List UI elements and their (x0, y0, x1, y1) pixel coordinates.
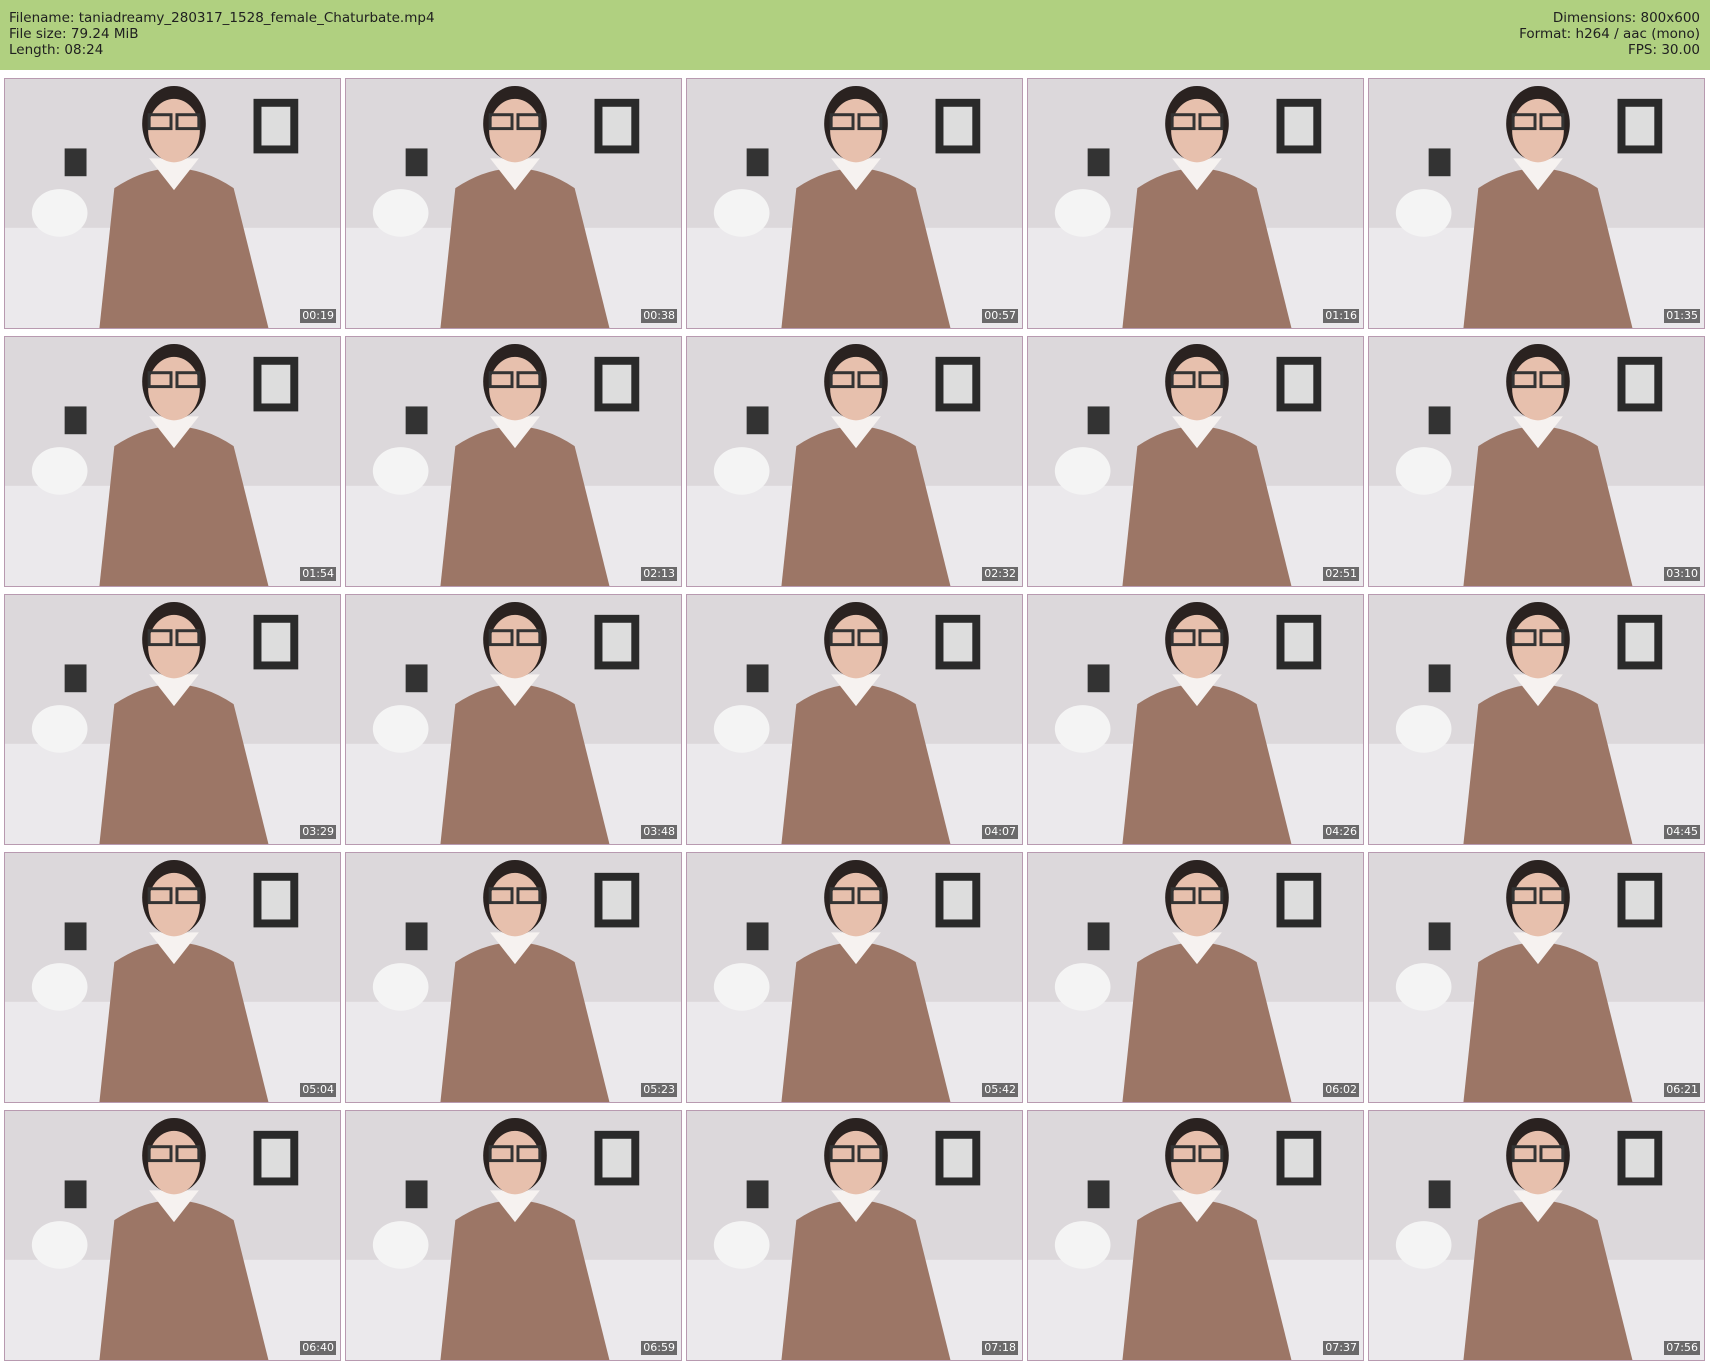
frame-image (5, 595, 340, 844)
frame-image (1369, 79, 1704, 328)
format-text: Format: h264 / aac (mono) (1519, 26, 1700, 42)
timestamp-label: 01:54 (300, 567, 336, 581)
timestamp-label: 07:56 (1664, 1341, 1700, 1355)
timestamp-label: 05:23 (641, 1083, 677, 1097)
video-thumbnail: 03:29 (4, 594, 341, 845)
length-text: Length: 08:24 (9, 42, 104, 58)
frame-image (1028, 853, 1363, 1102)
frame-image (687, 337, 1022, 586)
timestamp-label: 00:19 (300, 309, 336, 323)
thumbnail-grid: 00:19 00:38 00:57 01:16 01:35 01:54 02:13 02:32… (4, 78, 1710, 1368)
frame-image (1028, 337, 1363, 586)
video-thumbnail: 05:23 (345, 852, 682, 1103)
frame-image (687, 79, 1022, 328)
timestamp-label: 01:35 (1664, 309, 1700, 323)
info-header: Filename: taniadreamy_280317_1528_female… (0, 0, 1710, 70)
timestamp-label: 05:04 (300, 1083, 336, 1097)
file-info: Filename: taniadreamy_280317_1528_female… (9, 10, 435, 58)
timestamp-label: 00:57 (982, 309, 1018, 323)
video-thumbnail: 01:35 (1368, 78, 1705, 329)
timestamp-label: 06:21 (1664, 1083, 1700, 1097)
timestamp-label: 01:16 (1323, 309, 1359, 323)
frame-image (1028, 595, 1363, 844)
frame-image (346, 853, 681, 1102)
video-thumbnail: 04:26 (1027, 594, 1364, 845)
video-thumbnail: 01:54 (4, 336, 341, 587)
video-thumbnail: 07:18 (686, 1110, 1023, 1361)
timestamp-label: 04:07 (982, 825, 1018, 839)
fps-text: FPS: 30.00 (1628, 42, 1700, 58)
timestamp-label: 07:18 (982, 1341, 1018, 1355)
timestamp-label: 04:45 (1664, 825, 1700, 839)
timestamp-label: 04:26 (1323, 825, 1359, 839)
frame-image (5, 79, 340, 328)
frame-image (1369, 595, 1704, 844)
frame-image (5, 1111, 340, 1360)
video-thumbnail: 05:04 (4, 852, 341, 1103)
video-thumbnail: 06:02 (1027, 852, 1364, 1103)
video-thumbnail: 00:19 (4, 78, 341, 329)
frame-image (5, 853, 340, 1102)
video-thumbnail: 02:32 (686, 336, 1023, 587)
timestamp-label: 06:59 (641, 1341, 677, 1355)
video-thumbnail: 01:16 (1027, 78, 1364, 329)
video-thumbnail: 06:21 (1368, 852, 1705, 1103)
frame-image (1369, 853, 1704, 1102)
video-thumbnail: 06:59 (345, 1110, 682, 1361)
frame-image (346, 337, 681, 586)
frame-image (1028, 79, 1363, 328)
frame-image (346, 595, 681, 844)
frame-image (687, 853, 1022, 1102)
timestamp-label: 07:37 (1323, 1341, 1359, 1355)
video-thumbnail: 07:56 (1368, 1110, 1705, 1361)
timestamp-label: 03:29 (300, 825, 336, 839)
frame-image (346, 79, 681, 328)
frame-image (687, 595, 1022, 844)
timestamp-label: 00:38 (641, 309, 677, 323)
video-thumbnail: 06:40 (4, 1110, 341, 1361)
timestamp-label: 03:10 (1664, 567, 1700, 581)
timestamp-label: 02:13 (641, 567, 677, 581)
timestamp-label: 03:48 (641, 825, 677, 839)
frame-image (1028, 1111, 1363, 1360)
frame-image (346, 1111, 681, 1360)
filename-text: Filename: taniadreamy_280317_1528_female… (9, 10, 435, 26)
timestamp-label: 06:02 (1323, 1083, 1359, 1097)
video-thumbnail: 00:38 (345, 78, 682, 329)
dimensions-text: Dimensions: 800x600 (1552, 10, 1700, 26)
frame-image (1369, 337, 1704, 586)
timestamp-label: 02:51 (1323, 567, 1359, 581)
video-thumbnail: 05:42 (686, 852, 1023, 1103)
frame-image (687, 1111, 1022, 1360)
video-thumbnail: 07:37 (1027, 1110, 1364, 1361)
timestamp-label: 05:42 (982, 1083, 1018, 1097)
frame-image (1369, 1111, 1704, 1360)
stream-info: Dimensions: 800x600 Format: h264 / aac (… (1519, 10, 1700, 58)
filesize-text: File size: 79.24 MiB (9, 26, 139, 42)
timestamp-label: 06:40 (300, 1341, 336, 1355)
timestamp-label: 02:32 (982, 567, 1018, 581)
frame-image (5, 337, 340, 586)
video-thumbnail: 03:48 (345, 594, 682, 845)
video-thumbnail: 04:07 (686, 594, 1023, 845)
video-thumbnail: 04:45 (1368, 594, 1705, 845)
video-thumbnail: 02:13 (345, 336, 682, 587)
video-thumbnail: 02:51 (1027, 336, 1364, 587)
video-thumbnail: 00:57 (686, 78, 1023, 329)
video-thumbnail: 03:10 (1368, 336, 1705, 587)
